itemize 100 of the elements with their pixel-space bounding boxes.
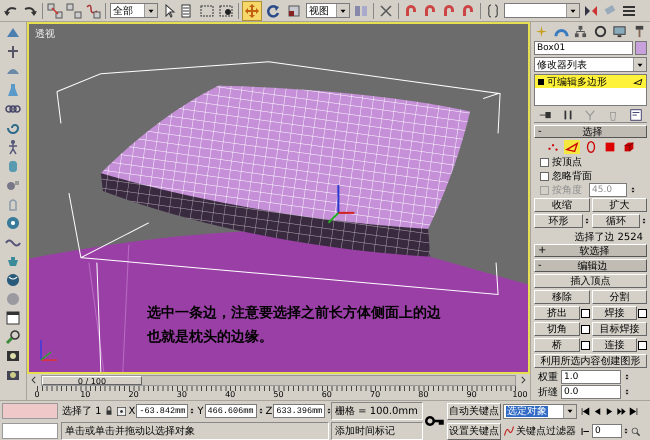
panel-button[interactable]: 利用所选内容创建图形 [534,354,647,368]
field-label: 折缝 [538,386,558,398]
value-field[interactable]: 1.0 [561,370,621,384]
frame-number: 10 [79,390,92,400]
frame-number: 50 [272,390,285,400]
perspective-viewport[interactable]: 透视 选中一条边，注意要选择之前长方体侧面上的边 也就是枕头的边缘。 [27,22,530,374]
panel-button[interactable]: 桥 [534,338,580,352]
frame-number: 20 [128,390,140,400]
reel-icon[interactable] [5,215,21,231]
frame-number: 70 [368,390,382,400]
panel-button[interactable]: 收缩 [534,198,590,212]
checkbox-label: 按顶点 [552,156,582,169]
frame-field[interactable]: 0 [592,424,622,438]
settings-button[interactable] [638,308,647,318]
frame-number: 90 [466,390,478,400]
axis-tripod-icon [40,340,57,361]
config-icon[interactable] [628,108,643,122]
window-crossing-icon[interactable] [218,2,234,18]
coordinate-field[interactable]: 633.396mm [273,404,326,418]
object-name-field[interactable]: Box01 [534,41,633,55]
tripod-icon[interactable] [5,44,21,60]
squiggle-icon[interactable] [85,2,101,18]
go-to-end-icon[interactable] [628,406,639,416]
script-listener-field[interactable] [2,403,58,419]
monitor-icon[interactable] [612,24,628,39]
rollout-header[interactable]: + 软选择 [534,244,647,257]
selection-count: 选择了 1 [62,404,102,418]
time-slider[interactable]: 0 / 100 [41,374,516,386]
frame-number: 30 [176,390,188,400]
rect-selection-icon[interactable] [199,2,215,18]
vertex-cursor-icon [633,76,643,86]
value-field[interactable]: 0.0 [561,384,621,398]
checkbox[interactable] [540,172,549,180]
field-label: 权重 [538,370,558,384]
panel-button[interactable]: 分割 [592,290,647,304]
caption-text: 也就是枕头的边缘。 [147,328,274,346]
grid-size-label: 栅格 = 100.0mm [331,402,423,420]
script-output-field[interactable] [2,423,58,439]
magnet-icon[interactable] [441,2,457,18]
panel-button[interactable]: 目标焊接 [592,322,647,336]
rollout-header[interactable]: - 选择 [534,125,647,138]
coordinate-field[interactable]: -63.842mm [136,404,188,418]
magnet-icon[interactable] [460,2,476,18]
selection-status: 选择了边 2524 [573,230,644,242]
object-color-swatch[interactable] [635,41,647,55]
key-mode-icon[interactable] [580,426,591,436]
axis-label: Y [197,406,204,416]
panel-button[interactable]: 插入顶点 [534,274,647,288]
prompt-text: 单击或单击并拖动以选择对象 [61,422,329,440]
panel-button[interactable]: 移除 [534,290,590,304]
panel-button[interactable]: 挤出 [534,306,580,320]
lock-icon[interactable] [104,406,114,416]
frame-number: 60 [320,390,333,400]
rollout-header[interactable]: - 编辑边 [534,259,647,272]
go-to-start-icon[interactable] [580,406,591,416]
film-icon[interactable] [5,348,21,364]
zoom-icon[interactable] [630,426,641,436]
panel-button[interactable]: 扩大 [592,198,647,212]
time-tag-label[interactable]: 添加时间标记 [331,422,423,440]
play-icon[interactable] [604,406,615,416]
axis-constraint-icon[interactable] [378,2,394,18]
modifier-list-dropdown[interactable]: 修改器列表 [534,57,647,72]
unlink-icon[interactable] [66,2,82,18]
sphere-icon[interactable] [5,272,21,288]
curve-icon[interactable] [503,425,515,437]
magnet-icon[interactable] [422,2,438,18]
settings-button[interactable] [638,340,647,350]
selection-filter-dropdown[interactable]: 全部 [110,3,158,18]
named-selection-field[interactable] [504,3,580,18]
circle-icon[interactable] [592,24,608,39]
auto-key-button[interactable]: 自动关键点 [447,402,501,420]
absolute-mode-icon[interactable] [116,406,127,416]
frame-number: 80 [417,390,430,400]
panel-button[interactable]: 连接 [592,338,637,352]
axis-label: Z [266,406,272,416]
key-mode-dropdown[interactable]: 选定对象 [503,404,577,418]
panel-button[interactable]: 切角 [534,322,580,336]
frame-number: 100 [511,390,529,400]
checkbox[interactable] [540,158,549,166]
window-icon[interactable] [5,310,21,326]
magnet-icon[interactable] [403,2,419,18]
coordinate-field[interactable]: 466.606mm [204,404,257,418]
viewport-label[interactable]: 透视 [35,27,55,41]
time-slider-thumb[interactable]: 0 / 100 [42,376,142,384]
set-key-button[interactable]: 设置关键点 [447,422,501,440]
panel-button[interactable]: 循环 [592,214,640,228]
link-icon[interactable] [47,2,63,18]
transform-gizmo-icon [328,185,354,224]
previous-frame-icon[interactable] [592,406,603,416]
panel-button[interactable]: 环形 [534,214,582,228]
axis-label: X [128,406,136,416]
frame-number: 0 [33,390,41,400]
hierarchy-icon[interactable] [573,24,588,39]
stack-item[interactable]: 可编辑多边形 [535,75,646,88]
checkbox-label: 按角度 [552,184,582,197]
checkbox-label: 忽略背面 [552,170,592,183]
panel-button[interactable]: 焊接 [592,306,637,320]
magnifier-icon[interactable] [5,329,21,345]
coordinate-dropdown[interactable]: 视图 [306,3,350,18]
next-frame-icon[interactable] [616,406,627,416]
